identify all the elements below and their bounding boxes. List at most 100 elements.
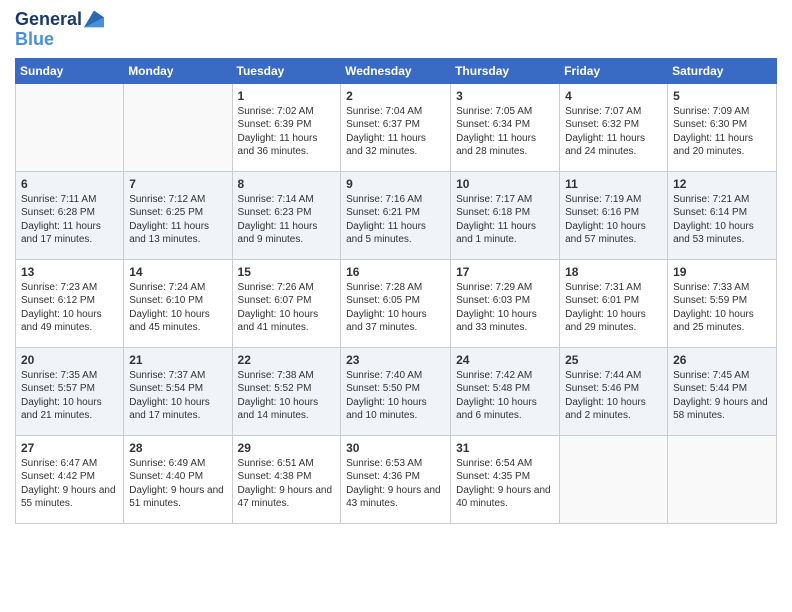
calendar-cell bbox=[560, 435, 668, 523]
header: General Blue bbox=[15, 10, 777, 50]
day-number: 28 bbox=[129, 440, 226, 456]
calendar-cell: 22Sunrise: 7:38 AMSunset: 5:52 PMDayligh… bbox=[232, 347, 341, 435]
day-number: 25 bbox=[565, 352, 662, 368]
calendar-cell: 3Sunrise: 7:05 AMSunset: 6:34 PMDaylight… bbox=[451, 83, 560, 171]
day-info: Sunrise: 7:04 AMSunset: 6:37 PMDaylight:… bbox=[346, 105, 445, 159]
calendar-cell: 12Sunrise: 7:21 AMSunset: 6:14 PMDayligh… bbox=[668, 171, 777, 259]
day-info: Sunrise: 6:47 AMSunset: 4:42 PMDaylight:… bbox=[21, 457, 118, 511]
page: General Blue SundayMondayTuesdayWednesda… bbox=[0, 0, 792, 612]
day-number: 30 bbox=[346, 440, 445, 456]
day-number: 3 bbox=[456, 88, 554, 104]
calendar-body: 1Sunrise: 7:02 AMSunset: 6:39 PMDaylight… bbox=[16, 83, 777, 523]
day-info: Sunrise: 7:28 AMSunset: 6:05 PMDaylight:… bbox=[346, 281, 445, 335]
calendar-cell: 21Sunrise: 7:37 AMSunset: 5:54 PMDayligh… bbox=[124, 347, 232, 435]
day-info: Sunrise: 7:24 AMSunset: 6:10 PMDaylight:… bbox=[129, 281, 226, 335]
day-info: Sunrise: 7:37 AMSunset: 5:54 PMDaylight:… bbox=[129, 369, 226, 423]
day-info: Sunrise: 7:02 AMSunset: 6:39 PMDaylight:… bbox=[238, 105, 336, 159]
calendar-cell: 30Sunrise: 6:53 AMSunset: 4:36 PMDayligh… bbox=[341, 435, 451, 523]
day-info: Sunrise: 7:42 AMSunset: 5:48 PMDaylight:… bbox=[456, 369, 554, 423]
day-number: 15 bbox=[238, 264, 336, 280]
day-info: Sunrise: 7:12 AMSunset: 6:25 PMDaylight:… bbox=[129, 193, 226, 247]
calendar-cell: 2Sunrise: 7:04 AMSunset: 6:37 PMDaylight… bbox=[341, 83, 451, 171]
day-number: 2 bbox=[346, 88, 445, 104]
day-info: Sunrise: 6:49 AMSunset: 4:40 PMDaylight:… bbox=[129, 457, 226, 511]
day-number: 8 bbox=[238, 176, 336, 192]
day-number: 1 bbox=[238, 88, 336, 104]
day-info: Sunrise: 7:29 AMSunset: 6:03 PMDaylight:… bbox=[456, 281, 554, 335]
day-info: Sunrise: 6:51 AMSunset: 4:38 PMDaylight:… bbox=[238, 457, 336, 511]
calendar-cell: 5Sunrise: 7:09 AMSunset: 6:30 PMDaylight… bbox=[668, 83, 777, 171]
weekday-header-monday: Monday bbox=[124, 58, 232, 83]
calendar-cell: 4Sunrise: 7:07 AMSunset: 6:32 PMDaylight… bbox=[560, 83, 668, 171]
weekday-header-sunday: Sunday bbox=[16, 58, 124, 83]
calendar-cell: 11Sunrise: 7:19 AMSunset: 6:16 PMDayligh… bbox=[560, 171, 668, 259]
calendar-cell: 23Sunrise: 7:40 AMSunset: 5:50 PMDayligh… bbox=[341, 347, 451, 435]
calendar-cell: 19Sunrise: 7:33 AMSunset: 5:59 PMDayligh… bbox=[668, 259, 777, 347]
calendar-cell: 20Sunrise: 7:35 AMSunset: 5:57 PMDayligh… bbox=[16, 347, 124, 435]
weekday-header-saturday: Saturday bbox=[668, 58, 777, 83]
day-info: Sunrise: 7:26 AMSunset: 6:07 PMDaylight:… bbox=[238, 281, 336, 335]
day-info: Sunrise: 7:07 AMSunset: 6:32 PMDaylight:… bbox=[565, 105, 662, 159]
day-number: 22 bbox=[238, 352, 336, 368]
day-info: Sunrise: 7:31 AMSunset: 6:01 PMDaylight:… bbox=[565, 281, 662, 335]
weekday-header-thursday: Thursday bbox=[451, 58, 560, 83]
calendar-cell: 6Sunrise: 7:11 AMSunset: 6:28 PMDaylight… bbox=[16, 171, 124, 259]
calendar-cell: 15Sunrise: 7:26 AMSunset: 6:07 PMDayligh… bbox=[232, 259, 341, 347]
day-info: Sunrise: 7:16 AMSunset: 6:21 PMDaylight:… bbox=[346, 193, 445, 247]
day-number: 5 bbox=[673, 88, 771, 104]
day-number: 9 bbox=[346, 176, 445, 192]
day-number: 6 bbox=[21, 176, 118, 192]
day-number: 17 bbox=[456, 264, 554, 280]
day-info: Sunrise: 7:14 AMSunset: 6:23 PMDaylight:… bbox=[238, 193, 336, 247]
day-number: 26 bbox=[673, 352, 771, 368]
calendar-cell: 26Sunrise: 7:45 AMSunset: 5:44 PMDayligh… bbox=[668, 347, 777, 435]
day-number: 27 bbox=[21, 440, 118, 456]
day-info: Sunrise: 7:21 AMSunset: 6:14 PMDaylight:… bbox=[673, 193, 771, 247]
day-info: Sunrise: 7:33 AMSunset: 5:59 PMDaylight:… bbox=[673, 281, 771, 335]
day-number: 31 bbox=[456, 440, 554, 456]
day-number: 4 bbox=[565, 88, 662, 104]
calendar-cell bbox=[668, 435, 777, 523]
day-number: 14 bbox=[129, 264, 226, 280]
calendar-cell: 28Sunrise: 6:49 AMSunset: 4:40 PMDayligh… bbox=[124, 435, 232, 523]
calendar-cell: 31Sunrise: 6:54 AMSunset: 4:35 PMDayligh… bbox=[451, 435, 560, 523]
day-info: Sunrise: 7:23 AMSunset: 6:12 PMDaylight:… bbox=[21, 281, 118, 335]
week-row-2: 13Sunrise: 7:23 AMSunset: 6:12 PMDayligh… bbox=[16, 259, 777, 347]
day-info: Sunrise: 7:11 AMSunset: 6:28 PMDaylight:… bbox=[21, 193, 118, 247]
calendar-cell: 25Sunrise: 7:44 AMSunset: 5:46 PMDayligh… bbox=[560, 347, 668, 435]
week-row-0: 1Sunrise: 7:02 AMSunset: 6:39 PMDaylight… bbox=[16, 83, 777, 171]
day-info: Sunrise: 6:54 AMSunset: 4:35 PMDaylight:… bbox=[456, 457, 554, 511]
weekday-header-wednesday: Wednesday bbox=[341, 58, 451, 83]
weekday-header-friday: Friday bbox=[560, 58, 668, 83]
day-number: 13 bbox=[21, 264, 118, 280]
logo: General Blue bbox=[15, 10, 104, 50]
day-info: Sunrise: 7:35 AMSunset: 5:57 PMDaylight:… bbox=[21, 369, 118, 423]
day-number: 10 bbox=[456, 176, 554, 192]
day-info: Sunrise: 6:53 AMSunset: 4:36 PMDaylight:… bbox=[346, 457, 445, 511]
calendar-cell: 1Sunrise: 7:02 AMSunset: 6:39 PMDaylight… bbox=[232, 83, 341, 171]
day-number: 29 bbox=[238, 440, 336, 456]
calendar-cell: 8Sunrise: 7:14 AMSunset: 6:23 PMDaylight… bbox=[232, 171, 341, 259]
day-number: 24 bbox=[456, 352, 554, 368]
calendar-table: SundayMondayTuesdayWednesdayThursdayFrid… bbox=[15, 58, 777, 524]
day-info: Sunrise: 7:09 AMSunset: 6:30 PMDaylight:… bbox=[673, 105, 771, 159]
calendar-cell: 16Sunrise: 7:28 AMSunset: 6:05 PMDayligh… bbox=[341, 259, 451, 347]
week-row-3: 20Sunrise: 7:35 AMSunset: 5:57 PMDayligh… bbox=[16, 347, 777, 435]
day-number: 12 bbox=[673, 176, 771, 192]
week-row-1: 6Sunrise: 7:11 AMSunset: 6:28 PMDaylight… bbox=[16, 171, 777, 259]
calendar-cell bbox=[124, 83, 232, 171]
day-number: 16 bbox=[346, 264, 445, 280]
calendar-cell: 14Sunrise: 7:24 AMSunset: 6:10 PMDayligh… bbox=[124, 259, 232, 347]
day-info: Sunrise: 7:38 AMSunset: 5:52 PMDaylight:… bbox=[238, 369, 336, 423]
day-info: Sunrise: 7:05 AMSunset: 6:34 PMDaylight:… bbox=[456, 105, 554, 159]
calendar-cell: 7Sunrise: 7:12 AMSunset: 6:25 PMDaylight… bbox=[124, 171, 232, 259]
day-info: Sunrise: 7:19 AMSunset: 6:16 PMDaylight:… bbox=[565, 193, 662, 247]
day-info: Sunrise: 7:45 AMSunset: 5:44 PMDaylight:… bbox=[673, 369, 771, 423]
weekday-header-row: SundayMondayTuesdayWednesdayThursdayFrid… bbox=[16, 58, 777, 83]
calendar-cell: 9Sunrise: 7:16 AMSunset: 6:21 PMDaylight… bbox=[341, 171, 451, 259]
calendar-cell: 17Sunrise: 7:29 AMSunset: 6:03 PMDayligh… bbox=[451, 259, 560, 347]
logo-text: General bbox=[15, 10, 82, 30]
calendar-cell: 18Sunrise: 7:31 AMSunset: 6:01 PMDayligh… bbox=[560, 259, 668, 347]
logo-icon bbox=[84, 9, 104, 29]
day-number: 19 bbox=[673, 264, 771, 280]
